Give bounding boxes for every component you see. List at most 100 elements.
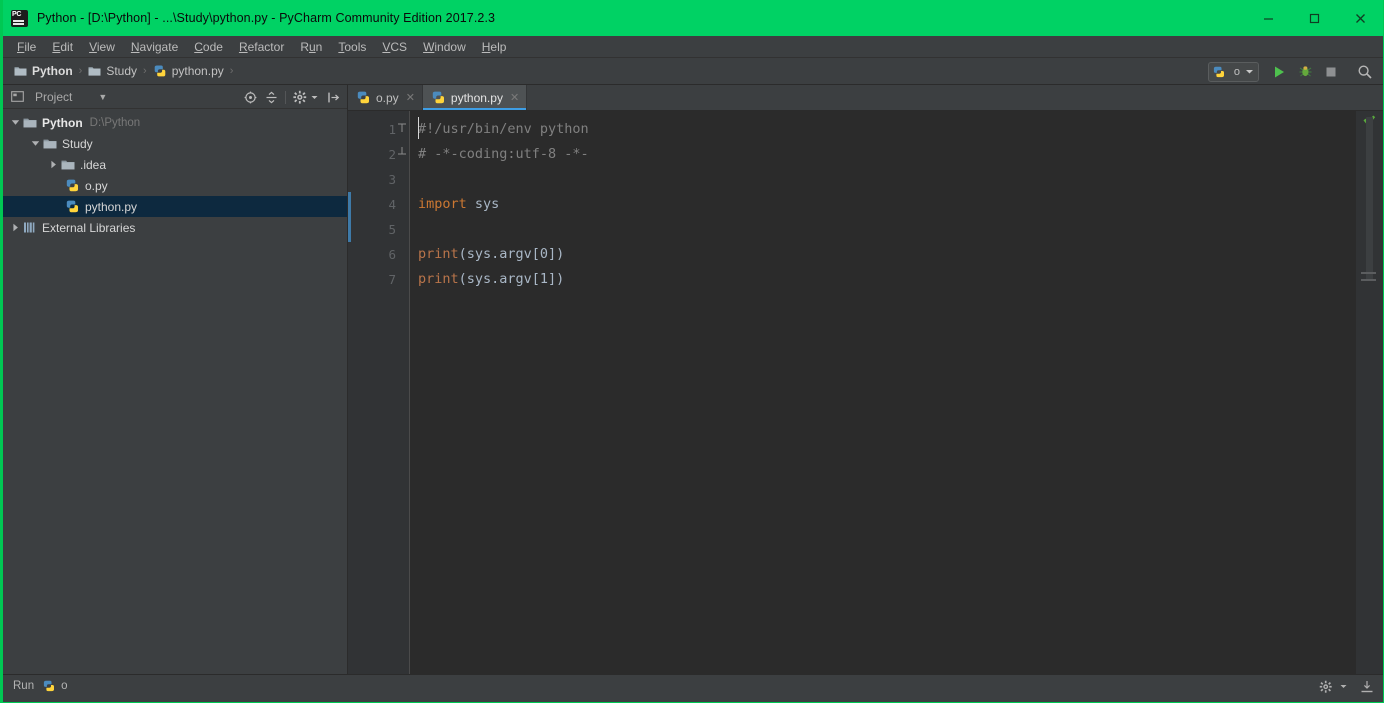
changed-lines-marker xyxy=(348,192,351,242)
layout-button[interactable] xyxy=(1357,676,1377,698)
folder-icon xyxy=(61,159,75,171)
chevron-down-icon[interactable] xyxy=(311,94,318,101)
twisty-collapsed-icon[interactable] xyxy=(45,160,61,169)
settings-button[interactable] xyxy=(290,86,310,108)
tree-item-idea[interactable]: .idea xyxy=(3,154,347,175)
tree-item-o-py[interactable]: o.py xyxy=(3,175,347,196)
run-config-name: o xyxy=(1233,65,1240,78)
folder-icon xyxy=(14,65,27,77)
code-editor[interactable]: 1 2 3 4 5 6 7 #!/usr/bin/env python # -*… xyxy=(348,111,1383,674)
menu-help[interactable]: Help xyxy=(474,38,515,56)
window-controls xyxy=(1245,0,1383,36)
run-button[interactable] xyxy=(1267,61,1291,83)
hide-panel-button[interactable] xyxy=(323,86,343,108)
editor-area: o.py ✕ python.py ✕ 1 2 3 4 5 6 7 #!/usr/… xyxy=(348,85,1383,674)
python-file-icon xyxy=(65,178,80,193)
debug-button[interactable] xyxy=(1293,61,1317,83)
chevron-down-icon[interactable]: ▼ xyxy=(98,92,107,102)
status-label: o xyxy=(61,680,68,692)
editor-scrollbar-thumb[interactable] xyxy=(1366,117,1373,281)
editor-marker-bar[interactable] xyxy=(1356,111,1383,674)
menu-bar: File Edit View Navigate Code Refactor Ru… xyxy=(3,36,1383,58)
chevron-down-icon[interactable] xyxy=(1245,67,1254,76)
code-line-1: #!/usr/bin/env python xyxy=(418,121,589,137)
tree-item-python[interactable]: Python D:\Python xyxy=(3,112,347,133)
pycharm-window: Python - [D:\Python] - ...\Study\python.… xyxy=(0,0,1384,703)
tree-item-study[interactable]: Study xyxy=(3,133,347,154)
line-number-gutter[interactable]: 1 2 3 4 5 6 7 xyxy=(348,111,410,674)
title-bar: Python - [D:\Python] - ...\Study\python.… xyxy=(3,0,1383,36)
menu-edit[interactable]: Edit xyxy=(44,38,81,56)
menu-tools[interactable]: Tools xyxy=(330,38,374,56)
menu-refactor[interactable]: Refactor xyxy=(231,38,292,56)
stop-button[interactable] xyxy=(1319,61,1343,83)
twisty-collapsed-icon[interactable] xyxy=(7,223,23,232)
scroll-marker xyxy=(1361,272,1376,274)
breadcrumb-label: Study xyxy=(106,64,138,78)
folder-icon xyxy=(23,117,37,129)
python-file-icon xyxy=(65,199,80,214)
code-text[interactable]: #!/usr/bin/env python # -*-coding:utf-8 … xyxy=(410,111,1356,674)
maximize-button[interactable] xyxy=(1291,0,1337,36)
menu-view[interactable]: View xyxy=(81,38,123,56)
fold-marker-icon[interactable] xyxy=(397,120,407,132)
tree-item-label: External Libraries xyxy=(42,220,136,235)
status-run-config[interactable]: o xyxy=(38,679,71,693)
tree-item-external-libraries[interactable]: External Libraries xyxy=(3,217,347,238)
breadcrumb-separator: › xyxy=(78,65,83,77)
tree-item-label: python.py xyxy=(85,199,138,214)
menu-run[interactable]: Run xyxy=(292,38,330,56)
line-number: 6 xyxy=(388,247,396,262)
run-configuration-selector[interactable]: o xyxy=(1207,61,1259,82)
chevron-down-icon[interactable] xyxy=(1340,683,1347,690)
status-bar-right xyxy=(1316,675,1377,698)
code-line-4: import sys xyxy=(418,196,500,212)
status-run-label[interactable]: Run xyxy=(9,680,38,692)
folder-icon xyxy=(88,65,101,77)
project-panel-title: Project xyxy=(35,89,73,104)
twisty-expanded-icon[interactable] xyxy=(7,118,23,127)
tree-item-python-py[interactable]: python.py xyxy=(3,196,347,217)
status-bar: Run o xyxy=(3,674,1383,697)
twisty-expanded-icon[interactable] xyxy=(27,139,43,148)
menu-file[interactable]: File xyxy=(9,38,44,56)
folder-icon xyxy=(43,138,57,150)
breadcrumb-python[interactable]: Python xyxy=(11,62,76,80)
search-everywhere-button[interactable] xyxy=(1353,61,1377,83)
breadcrumb-python-file[interactable]: python.py xyxy=(150,62,227,80)
tree-item-label: Study xyxy=(62,136,93,151)
settings-button[interactable] xyxy=(1316,676,1336,698)
collapse-all-button[interactable] xyxy=(261,86,281,108)
line-number: 5 xyxy=(388,222,396,237)
close-icon[interactable]: ✕ xyxy=(406,92,415,103)
menu-code[interactable]: Code xyxy=(186,38,231,56)
main-content: Project ▼ Python D:\Python Study .idea o… xyxy=(3,85,1383,674)
window-title: Python - [D:\Python] - ...\Study\python.… xyxy=(37,11,496,25)
minimize-button[interactable] xyxy=(1245,0,1291,36)
fold-marker-icon[interactable] xyxy=(397,143,407,155)
close-icon[interactable]: ✕ xyxy=(510,92,519,103)
tree-item-label: o.py xyxy=(85,178,108,193)
project-window-icon xyxy=(11,90,24,103)
status-label: Run xyxy=(13,680,35,692)
toolbar-divider xyxy=(285,90,286,104)
menu-vcs[interactable]: VCS xyxy=(374,38,415,56)
tree-item-label: .idea xyxy=(80,157,107,172)
close-button[interactable] xyxy=(1337,0,1383,36)
menu-navigate[interactable]: Navigate xyxy=(123,38,186,56)
code-line-7: print(sys.argv[1]) xyxy=(418,271,565,287)
python-config-icon xyxy=(1212,65,1226,79)
python-config-icon xyxy=(42,679,56,693)
breadcrumb-label: python.py xyxy=(171,64,224,78)
scroll-from-source-button[interactable] xyxy=(240,86,260,108)
menu-window[interactable]: Window xyxy=(415,38,474,56)
tab-label: o.py xyxy=(376,90,399,105)
python-file-icon xyxy=(153,64,167,78)
line-number: 7 xyxy=(388,272,396,287)
tab-o-py[interactable]: o.py ✕ xyxy=(348,85,423,110)
tree-item-path: D:\Python xyxy=(89,116,141,129)
tab-python-py[interactable]: python.py ✕ xyxy=(422,85,528,110)
breadcrumb-study[interactable]: Study xyxy=(85,62,140,80)
python-file-icon xyxy=(431,90,446,105)
python-file-icon xyxy=(356,90,371,105)
